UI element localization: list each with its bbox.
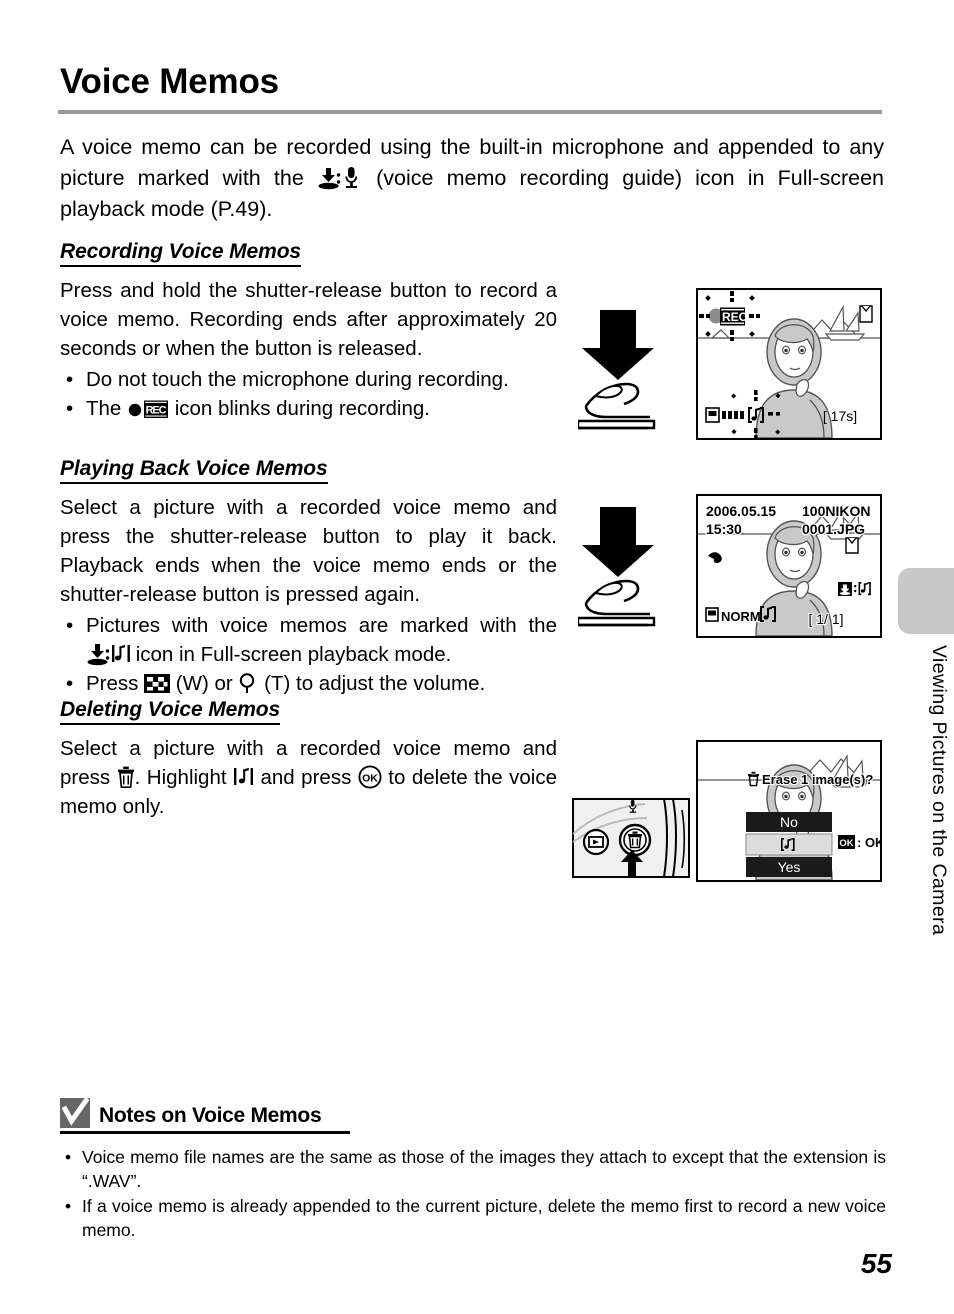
- notes-title: Notes on Voice Memos: [99, 1104, 322, 1127]
- bullet-text-pre: Press: [86, 672, 145, 695]
- svg-text:OK: OK: [362, 772, 378, 784]
- ok-hint: OK : OK: [838, 834, 880, 851]
- list-item: Voice memo file names are the same as th…: [60, 1145, 886, 1193]
- section-playback: Playing Back Voice Memos Select a pictur…: [60, 457, 557, 698]
- save-microphone-icon: [317, 166, 363, 190]
- screen-recording: REC [17s]: [696, 288, 882, 440]
- section-body-recording: Press and hold the shutter-release butto…: [60, 279, 557, 360]
- notes-header: Notes on Voice Memos: [60, 1098, 350, 1134]
- title-divider: [58, 110, 882, 114]
- save-note-icon: [86, 642, 130, 666]
- playback-quality: NORM: [721, 609, 761, 624]
- note-text: If a voice memo is already appended to t…: [82, 1196, 886, 1240]
- delete-text-mid: . Highlight: [134, 766, 234, 789]
- bullet-text-pre: The: [86, 397, 128, 420]
- delete-text-mid2: and press: [254, 766, 358, 789]
- delete-options: No Yes: [745, 812, 833, 877]
- screen-playback: 2006.05.15 15:30 100NIKON 0001.JPG NORM: [696, 494, 882, 638]
- option-yes: Yes: [778, 859, 801, 875]
- camera-back-illustration: [572, 798, 690, 878]
- section-body-playback: Select a picture with a recorded voice m…: [60, 496, 557, 606]
- bullet-text: Do not touch the microphone during recor…: [86, 368, 509, 391]
- list-item: Pictures with voice memos are marked wit…: [60, 611, 557, 669]
- list-item: Do not touch the microphone during recor…: [60, 365, 557, 394]
- delete-prompt: Erase 1 image(s)?: [762, 772, 873, 787]
- page-title: Voice Memos: [60, 62, 279, 101]
- playback-date: 2006.05.15: [706, 503, 776, 519]
- playback-folder: 100NIKON: [802, 503, 870, 519]
- recording-timer: [ 17s]: [823, 408, 857, 424]
- bullet-text-post: (T) to adjust the volume.: [258, 672, 486, 695]
- page-number: 55: [860, 1248, 892, 1279]
- list-item: The REC icon blinks during recording.: [60, 394, 557, 423]
- rec-indicator-icon: REC: [127, 399, 169, 419]
- section-heading-recording: Recording Voice Memos: [60, 240, 301, 267]
- list-item: If a voice memo is already appended to t…: [60, 1194, 886, 1242]
- manual-page: Voice Memos A voice memo can be recorded…: [0, 0, 954, 1314]
- frame-counter: [ 1/ 1]: [808, 611, 843, 627]
- note-bracket-icon: [233, 765, 254, 789]
- section-heading-playback: Playing Back Voice Memos: [60, 457, 328, 484]
- bullet-list-recording: Do not touch the microphone during recor…: [60, 365, 557, 423]
- section-recording: Recording Voice Memos Press and hold the…: [60, 240, 557, 423]
- press-shutter-illustration-recording: [576, 308, 683, 438]
- thumbnail-icon: [144, 674, 171, 693]
- checkmark-icon: [60, 1098, 90, 1128]
- section-heading-deleting: Deleting Voice Memos: [60, 698, 280, 725]
- svg-text:: OK: : OK: [857, 835, 880, 850]
- intro-paragraph: A voice memo can be recorded using the b…: [60, 132, 884, 225]
- bullet-text-mid: (W) or: [170, 672, 239, 695]
- note-text: Voice memo file names are the same as th…: [82, 1147, 886, 1191]
- press-shutter-illustration-playback: [576, 505, 683, 635]
- bullet-text-post: icon blinks during recording.: [169, 397, 430, 420]
- notes-list: Voice memo file names are the same as th…: [60, 1145, 886, 1242]
- ok-button-icon: OK: [358, 765, 382, 789]
- magnifier-icon: [238, 672, 258, 694]
- bullet-text-post: icon in Full-screen playback mode.: [130, 643, 452, 666]
- list-item: Press (W) or (T) to adjust the volume.: [60, 669, 557, 698]
- svg-text:REC: REC: [146, 404, 167, 416]
- svg-text:REC: REC: [722, 310, 748, 324]
- playback-filename: 0001.JPG: [802, 521, 865, 537]
- trash-icon: [117, 766, 135, 788]
- section-deleting: Deleting Voice Memos Select a picture wi…: [60, 698, 557, 821]
- screen-delete-dialog: Erase 1 image(s)? No Yes OK: O: [696, 740, 882, 882]
- section-body-deleting: Select a picture with a recorded voice m…: [60, 734, 557, 821]
- side-tab-label: Viewing Pictures on the Camera: [928, 645, 950, 936]
- option-no: No: [780, 814, 798, 830]
- bullet-text-pre: Pictures with voice memos are marked wit…: [86, 614, 557, 637]
- side-tab-marker: [898, 568, 954, 634]
- bullet-list-playback: Pictures with voice memos are marked wit…: [60, 611, 557, 698]
- playback-time: 15:30: [706, 521, 742, 537]
- notes-box: Notes on Voice Memos Voice memo file nam…: [60, 1098, 886, 1243]
- svg-text:OK: OK: [839, 838, 853, 849]
